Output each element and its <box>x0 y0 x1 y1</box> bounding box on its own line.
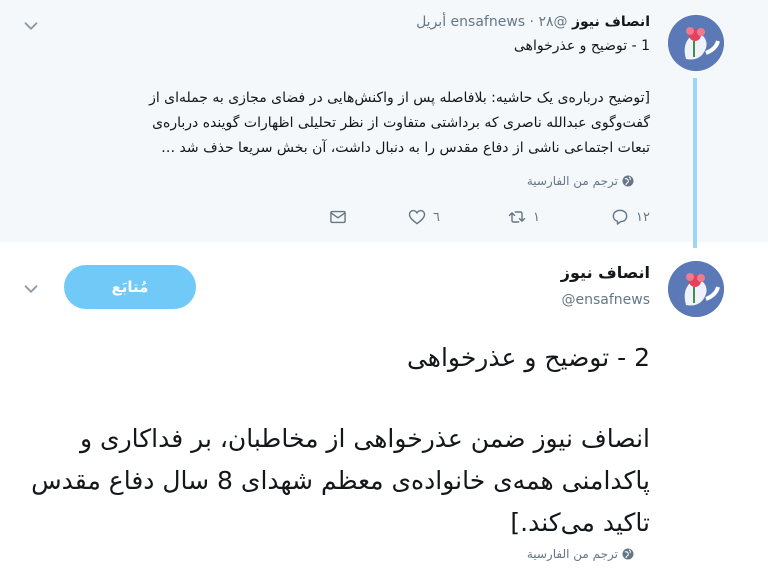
reply-button[interactable]: ١٢ <box>610 207 650 227</box>
avatar-logo <box>668 15 724 71</box>
reply-count: ١٢ <box>636 209 650 225</box>
tweet-header: انصاف نیوز @ensafnews · ۲۸ أبريل <box>416 14 650 30</box>
following-button[interactable]: مُتابَع <box>64 265 196 309</box>
avatar[interactable] <box>668 15 724 71</box>
retweet-count: ١ <box>533 209 540 225</box>
globe-icon <box>622 548 634 560</box>
chevron-down-icon[interactable] <box>20 15 42 37</box>
avatar-logo <box>668 261 724 317</box>
translate-label: ترجم من الفارسية <box>526 174 618 188</box>
tweet-body: انصاف نیوز ضمن عذرخواهی از مخاطبان، بر ف… <box>31 424 650 537</box>
envelope-icon <box>330 210 346 224</box>
like-count: ٦ <box>433 209 440 225</box>
direct-message-button[interactable] <box>328 207 348 227</box>
retweet-button[interactable]: ١ <box>507 207 540 227</box>
author-name[interactable]: انصاف نیوز <box>572 14 650 30</box>
separator-dot: · <box>529 14 534 30</box>
retweet-icon <box>508 211 526 223</box>
tweet-body: [توضیح درباره‌ی یک حاشیه: بلافاصله پس از… <box>149 90 650 156</box>
reply-icon <box>612 209 628 225</box>
tweet-subject: 1 - توضیح و عذرخواهی <box>513 38 650 54</box>
tweet-subject: 2 - توضیح و عذرخواهی <box>406 343 650 372</box>
translate-link[interactable]: ترجم من الفارسية <box>527 174 634 188</box>
globe-icon <box>622 175 634 187</box>
avatar[interactable] <box>668 261 724 317</box>
like-button[interactable]: ٦ <box>407 207 440 227</box>
tweet-actions: ١٢ ١ ٦ <box>0 207 768 231</box>
translate-label: ترجم من الفارسية <box>526 547 618 561</box>
heart-icon <box>408 209 426 225</box>
author-handle[interactable]: @ensafnews <box>561 292 650 308</box>
translate-link[interactable]: ترجم من الفارسية <box>527 547 634 561</box>
author-name[interactable]: انصاف نیوز <box>561 263 650 282</box>
chevron-down-icon[interactable] <box>20 278 42 300</box>
